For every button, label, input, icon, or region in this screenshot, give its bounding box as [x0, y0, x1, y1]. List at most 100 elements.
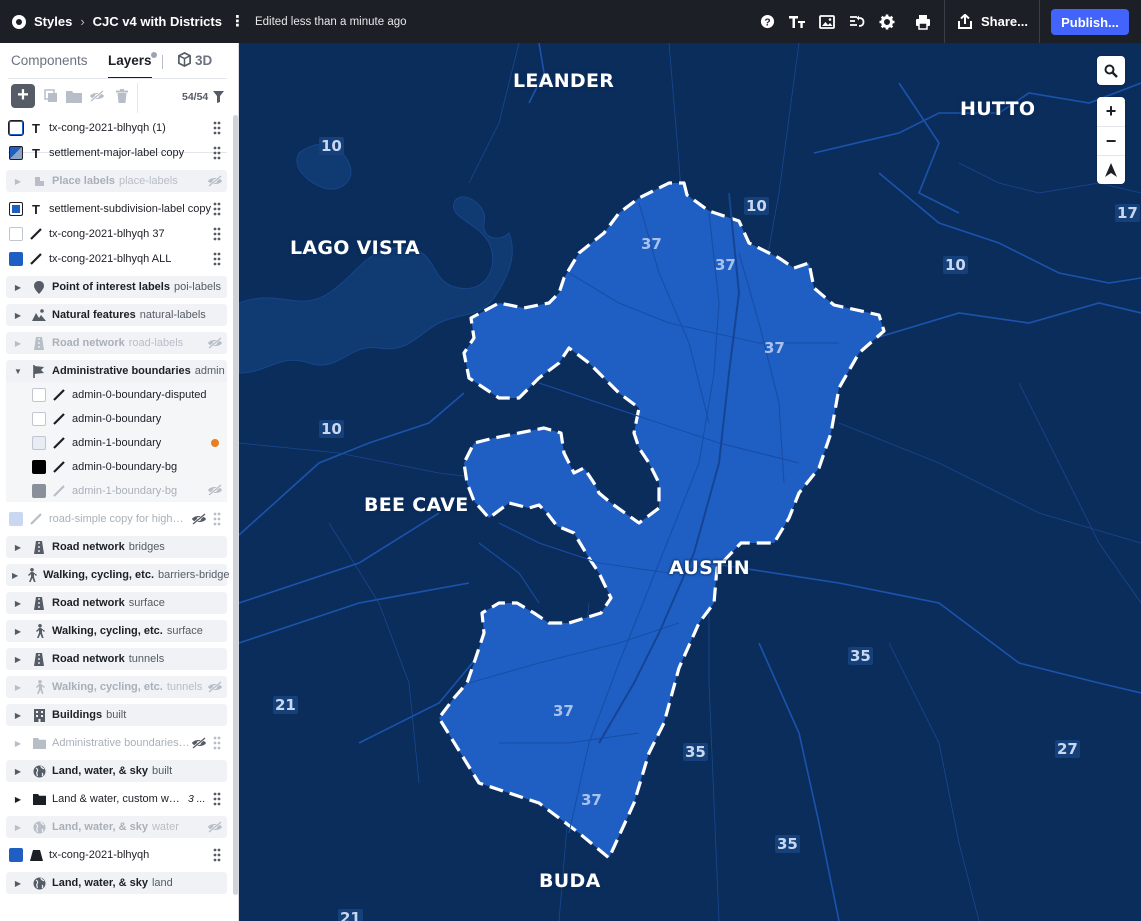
layer-item[interactable]: admin-0-boundary-disputed: [6, 383, 227, 407]
help-icon[interactable]: ?: [757, 12, 777, 32]
layer-item[interactable]: tx-cong-2021-blhyqh ALL: [6, 247, 227, 271]
drag-handle-icon[interactable]: [213, 121, 221, 135]
expand-caret-icon[interactable]: ▶: [12, 543, 24, 552]
hidden-eye-icon[interactable]: [207, 337, 223, 349]
duplicate-icon[interactable]: [42, 87, 60, 105]
expand-caret-icon[interactable]: ▶: [12, 311, 24, 320]
tab-components[interactable]: Components: [11, 53, 88, 68]
layer-item[interactable]: T settlement-subdivision-label copy: [6, 197, 227, 221]
expand-caret-icon[interactable]: ▶: [12, 655, 24, 664]
expand-caret-icon[interactable]: ▶: [12, 795, 24, 804]
layer-group-expanded[interactable]: ▼ Administrative boundaries admin: [6, 360, 227, 382]
layer-item[interactable]: admin-0-boundary-bg: [6, 455, 227, 479]
layer-item[interactable]: admin-1-boundary-bg: [6, 479, 227, 503]
history-changes-icon[interactable]: [847, 12, 867, 32]
zoom-out-button[interactable]: −: [1097, 126, 1125, 155]
expand-caret-icon[interactable]: ▶: [12, 339, 24, 348]
zoom-in-button[interactable]: +: [1097, 97, 1125, 126]
hidden-eye-icon[interactable]: [207, 175, 223, 187]
layer-item[interactable]: tx-cong-2021-blhyqh 37: [6, 222, 227, 246]
hidden-eye-icon[interactable]: [191, 513, 207, 525]
drag-handle-icon[interactable]: [213, 146, 221, 160]
map-canvas[interactable]: LEANDER HUTTO LAGO VISTA BEE CAVE AUSTIN…: [239, 43, 1141, 921]
layer-folder[interactable]: ▶ Land & water, custom water 3 ...: [6, 787, 227, 811]
hidden-eye-icon[interactable]: [207, 484, 223, 496]
expand-caret-icon[interactable]: ▶: [12, 177, 24, 186]
filter-icon[interactable]: [213, 90, 224, 108]
modified-indicator-dot: [211, 439, 219, 447]
layer-item[interactable]: road-simple copy for highwa...: [6, 507, 227, 531]
layer-group[interactable]: ▶ Walking, cycling, etc. barriers-bridge: [6, 564, 230, 586]
text-fonts-icon[interactable]: [787, 12, 807, 32]
layer-item[interactable]: T tx-cong-2021-blhyqh (1): [6, 116, 227, 140]
map-search-button[interactable]: [1097, 56, 1125, 85]
expand-caret-icon[interactable]: ▶: [12, 739, 24, 748]
tab-layers[interactable]: Layers: [108, 53, 152, 68]
city-label: BUDA: [539, 870, 601, 892]
layer-group[interactable]: ▶ Walking, cycling, etc. tunnels: [6, 676, 227, 698]
hidden-eye-icon[interactable]: [191, 737, 207, 749]
mapbox-logo-icon[interactable]: [12, 14, 26, 29]
group-source: bridges: [128, 541, 165, 553]
hidden-eye-icon[interactable]: [207, 681, 223, 693]
style-name[interactable]: CJC v4 with Districts: [93, 14, 222, 29]
layer-item[interactable]: admin-0-boundary: [6, 407, 227, 431]
topbar-divider: [944, 0, 945, 43]
styles-breadcrumb-link[interactable]: Styles: [34, 14, 72, 29]
tab-3d[interactable]: 3D: [177, 51, 212, 68]
layer-color-swatch: [32, 436, 46, 450]
layer-color-swatch: [9, 512, 23, 526]
expand-caret-icon[interactable]: ▶: [12, 571, 18, 580]
publish-button[interactable]: Publish...: [1051, 9, 1129, 35]
drag-handle-icon[interactable]: [213, 202, 221, 216]
drag-handle-icon[interactable]: [213, 512, 221, 526]
expand-caret-icon[interactable]: ▶: [12, 599, 24, 608]
print-icon[interactable]: [913, 12, 933, 32]
expand-caret-icon[interactable]: ▶: [12, 767, 24, 776]
expand-caret-icon[interactable]: ▶: [12, 711, 24, 720]
drag-handle-icon[interactable]: [213, 227, 221, 241]
share-button[interactable]: Share...: [958, 0, 1028, 43]
layer-group[interactable]: ▶ Road network road-labels: [6, 332, 227, 354]
layer-group[interactable]: ▶ Point of interest labels poi-labels: [6, 276, 227, 298]
drag-handle-icon[interactable]: [213, 252, 221, 266]
layer-group[interactable]: ▶ Walking, cycling, etc. surface: [6, 620, 227, 642]
folder-icon[interactable]: [65, 87, 83, 105]
layer-group[interactable]: ▶ Road network tunnels: [6, 648, 227, 670]
drag-handle-icon[interactable]: [213, 792, 221, 806]
expand-caret-icon[interactable]: ▶: [12, 683, 24, 692]
images-icon[interactable]: [817, 12, 837, 32]
layer-group[interactable]: ▶ Place labels place-labels: [6, 170, 227, 192]
road-network-icon: [32, 336, 46, 350]
layer-item[interactable]: tx-cong-2021-blhyqh: [6, 843, 227, 867]
add-layer-button[interactable]: +: [11, 84, 35, 108]
expand-caret-icon[interactable]: ▶: [12, 823, 24, 832]
layer-group[interactable]: ▶ Road network bridges: [6, 536, 227, 558]
map-nav-control: + −: [1097, 97, 1125, 184]
compass-button[interactable]: [1097, 155, 1125, 184]
fill-shape-icon: [29, 848, 43, 862]
layer-group[interactable]: ▶ Road network surface: [6, 592, 227, 614]
layer-group[interactable]: ▶ Land, water, & sky water: [6, 816, 227, 838]
collapse-caret-icon[interactable]: ▼: [12, 367, 24, 376]
style-menu-kebab-icon[interactable]: ⋮: [230, 14, 245, 29]
expand-caret-icon[interactable]: ▶: [12, 283, 24, 292]
drag-handle-icon[interactable]: [213, 848, 221, 862]
settings-gear-icon[interactable]: [877, 12, 897, 32]
globe-icon: [32, 820, 46, 834]
hide-eye-icon[interactable]: [88, 87, 106, 105]
layer-item[interactable]: admin-1-boundary: [6, 431, 227, 455]
layer-item[interactable]: T settlement-major-label copy: [6, 141, 227, 165]
layer-folder[interactable]: ▶ Administrative boundaries, ...: [6, 731, 227, 755]
layer-group[interactable]: ▶ Buildings built: [6, 704, 227, 726]
layer-group[interactable]: ▶ Land, water, & sky built: [6, 760, 227, 782]
layer-group[interactable]: ▶ Land, water, & sky land: [6, 872, 227, 894]
expand-caret-icon[interactable]: ▶: [12, 627, 24, 636]
hidden-eye-icon[interactable]: [207, 821, 223, 833]
expand-caret-icon[interactable]: ▶: [12, 879, 24, 888]
layer-group[interactable]: ▶ Natural features natural-labels: [6, 304, 227, 326]
delete-trash-icon[interactable]: [113, 87, 131, 105]
drag-handle-icon[interactable]: [213, 736, 221, 750]
group-name: Place labels: [52, 175, 115, 187]
layer-list-scrollbar[interactable]: [233, 115, 238, 895]
